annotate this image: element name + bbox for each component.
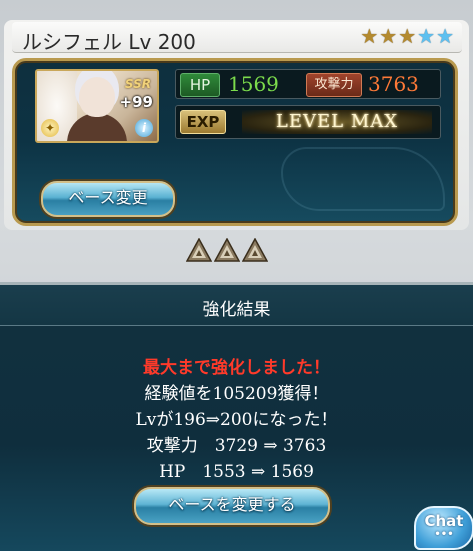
enhancement-result-panel: 強化結果 最大まで強化しました！ 経験値を105209獲得！ Lvが196⇒20… [0,282,473,551]
star-icon: ★ [360,24,379,48]
chat-button[interactable]: Chat ••• [414,506,473,550]
change-base-button[interactable]: ベースを変更する [134,487,330,525]
hp-label: HP [180,73,220,97]
star-icon: ★ [379,24,398,48]
portrait-face [79,77,115,117]
triangle-rank-icon [186,238,212,262]
hp-value: 1569 [228,72,279,96]
character-name: ルシフェル Lv 200 [22,30,196,54]
base-change-button[interactable]: ベース変更 [41,181,175,217]
result-header: 強化結果 [0,285,473,326]
plus-bonus: +99 [119,93,153,111]
attack-value: 3763 [368,72,419,96]
star-icon: ★ [417,24,436,48]
hp-change-message: HP 1553 ⇒ 1569 [159,462,314,482]
name-bar: ルシフェル Lv 200 ★ ★ ★ ★ ★ [12,22,462,54]
exp-gained-message: 経験値を105209獲得！ [144,384,329,404]
exp-label: EXP [180,110,226,134]
decorative-swirl [281,147,445,211]
exp-row: EXP LEVEL MAX [175,105,441,139]
star-icon: ★ [436,24,454,48]
chat-label: Chat [424,512,464,530]
character-panel: ルシフェル Lv 200 ★ ★ ★ ★ ★ SSR +99 ✦ i HP 15… [4,20,469,230]
character-frame: SSR +99 ✦ i HP 1569 攻撃力 3763 EXP LEVEL M… [12,58,458,226]
info-icon[interactable]: i [135,119,153,137]
level-up-message: Lvが196⇒200になった！ [135,410,338,430]
triangle-rank-icon [214,238,240,262]
triangle-rank-icon [242,238,268,262]
attack-label: 攻撃力 [306,73,362,97]
rank-icons [186,238,268,262]
max-enhanced-message: 最大まで強化しました！ [143,358,330,378]
chat-bubble-icon: ••• [434,529,454,540]
ssr-badge: SSR [124,77,151,91]
stats-row: HP 1569 攻撃力 3763 [175,69,441,99]
uncap-stars: ★ ★ ★ ★ ★ [360,25,454,47]
result-title: 強化結果 [202,300,271,320]
star-icon: ★ [398,24,417,48]
attack-change-message: 攻撃力 3729 ⇒ 3763 [146,436,327,456]
character-portrait[interactable]: SSR +99 ✦ i [35,69,159,143]
level-max-indicator: LEVEL MAX [242,110,432,134]
light-element-icon: ✦ [41,119,59,137]
